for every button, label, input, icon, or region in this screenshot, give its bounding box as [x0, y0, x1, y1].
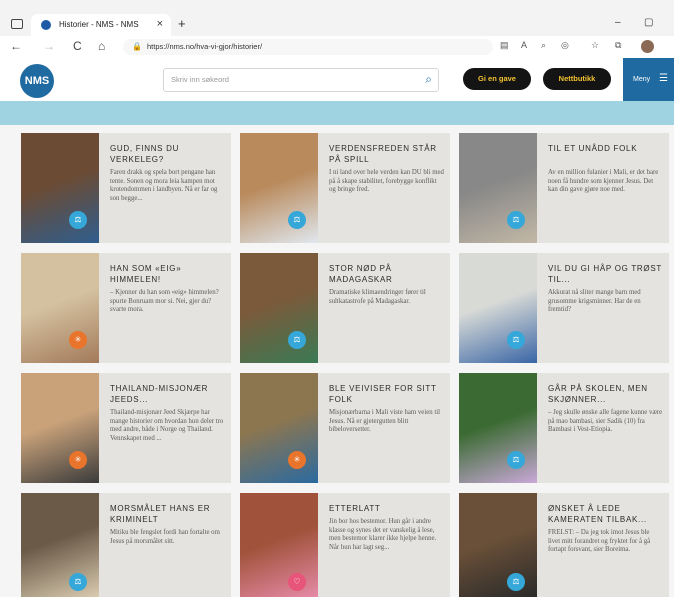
scale-icon: ⚖ [507, 573, 525, 591]
scale-icon: ⚖ [288, 331, 306, 349]
close-tab-icon[interactable]: × [157, 18, 163, 30]
story-title[interactable]: THAILAND-MISJONÆR JEEDS... [110, 383, 228, 405]
story-excerpt: Mitiku ble fengslet fordi han fortalte o… [110, 529, 220, 545]
reload-button[interactable]: C [73, 39, 82, 53]
cross-icon: ✳ [69, 451, 87, 469]
story-photo[interactable] [459, 133, 537, 243]
reader-view-icon[interactable]: ▤ [500, 40, 509, 51]
story-photo[interactable] [21, 493, 99, 597]
story-photo[interactable] [240, 493, 318, 597]
cross-icon: ✳ [69, 331, 87, 349]
story-card[interactable]: ✳ BLE VEIVISER FOR SITT FOLK Misjonærbarna… [240, 373, 450, 483]
favorites-icon[interactable]: ☆ [591, 40, 599, 51]
story-title[interactable]: GUD, FINNS DU VERKELEG? [110, 143, 228, 165]
story-card[interactable]: ♡ ETTERLATT Jin bor hos bestemor. Hun går … [240, 493, 450, 597]
story-excerpt: Av en million fulanier i Mali, er det ba… [548, 169, 659, 193]
story-title[interactable]: VERDENSFREDEN STÅR PÅ SPILL [329, 143, 447, 165]
maximize-button[interactable]: ▢ [644, 17, 653, 28]
story-photo[interactable] [459, 493, 537, 597]
lock-icon: 🔒 [132, 42, 142, 51]
menu-label: Meny [633, 76, 651, 83]
nms-logo[interactable]: NMS [20, 64, 54, 98]
story-excerpt: Thailand-misjonær Jeed Skjærpe har mange… [110, 409, 224, 442]
story-photo[interactable] [21, 373, 99, 483]
zoom-icon[interactable]: ⌕ [541, 40, 546, 51]
story-card[interactable]: ✳ THAILAND-MISJONÆR JEEDS... Thailand-misj… [21, 373, 231, 483]
search-placeholder: Skriv inn søkeord [171, 75, 229, 84]
browser-chrome: Historier - NMS - NMS × + – ▢ ← → C ⌂ 🔒 … [0, 0, 674, 58]
story-photo[interactable] [459, 373, 537, 483]
address-bar[interactable]: 🔒 https://nms.no/hva-vi-gjor/historier/ [123, 39, 493, 55]
story-excerpt: Jin bor hos bestemor. Hun går i andre kl… [329, 518, 437, 551]
story-photo[interactable] [240, 133, 318, 243]
new-tab-button[interactable]: + [178, 16, 186, 31]
read-aloud-icon[interactable]: A [521, 40, 527, 50]
scale-icon: ⚖ [507, 331, 525, 349]
story-excerpt: Faren drakk og spela bort pengane han te… [110, 169, 218, 202]
search-icon[interactable]: ⌕ [425, 72, 432, 87]
scale-icon: ⚖ [507, 211, 525, 229]
tab-actions-icon[interactable] [11, 19, 23, 29]
hamburger-icon: ☰ [659, 73, 668, 84]
story-title[interactable]: GÅR PÅ SKOLEN, MEN SKJØNNER... [548, 383, 666, 405]
url-text: https://nms.no/hva-vi-gjor/historier/ [147, 42, 263, 51]
tab-title: Historier - NMS - NMS [59, 20, 139, 29]
story-title[interactable]: TIL ET UNÅDD FOLK [548, 143, 666, 154]
story-photo[interactable] [240, 373, 318, 483]
story-photo[interactable] [21, 133, 99, 243]
home-button[interactable]: ⌂ [98, 39, 105, 53]
webshop-button[interactable]: Nettbutikk [543, 68, 611, 90]
story-excerpt: – Jeg skulle ønske alle fagene kunne vær… [548, 409, 663, 433]
navigation-bar: ← → C ⌂ 🔒 https://nms.no/hva-vi-gjor/his… [0, 36, 674, 58]
scale-icon: ⚖ [69, 573, 87, 591]
profile-avatar[interactable] [641, 40, 654, 53]
minimize-button[interactable]: – [615, 17, 621, 28]
story-card[interactable]: ⚖ GUD, FINNS DU VERKELEG? Faren drakk og s… [21, 133, 231, 243]
give-gift-button[interactable]: Gi en gave [463, 68, 531, 90]
tab-historier[interactable]: Historier - NMS - NMS × [31, 14, 171, 36]
story-photo[interactable] [21, 253, 99, 363]
extension-icon[interactable]: ◎ [561, 40, 569, 51]
story-excerpt: Misjonærbarna i Mali viste ham veien til… [329, 409, 440, 433]
story-card[interactable]: ⚖ VIL DU GI HÅP OG TRØST TIL... Akkurat nå… [459, 253, 669, 363]
story-title[interactable]: STOR NØD PÅ MADAGASKAR [329, 263, 447, 285]
heart-icon: ♡ [288, 573, 306, 591]
story-card[interactable]: ⚖ STOR NØD PÅ MADAGASKAR Dramatiske klimae… [240, 253, 450, 363]
nms-favicon-icon [41, 20, 51, 30]
story-photo[interactable] [240, 253, 318, 363]
search-input[interactable]: Skriv inn søkeord ⌕ [163, 68, 439, 92]
story-title[interactable]: ØNSKET Å LEDE KAMERATEN TILBAK... [548, 503, 666, 525]
story-excerpt: I ni land over hele verden kan DU bli me… [329, 169, 444, 193]
scale-icon: ⚖ [507, 451, 525, 469]
story-title[interactable]: MORSMÅLET HANS ER KRIMINELT [110, 503, 228, 525]
story-card[interactable]: ⚖ TIL ET UNÅDD FOLK Av en million fulanier… [459, 133, 669, 243]
story-card[interactable]: ⚖ VERDENSFREDEN STÅR PÅ SPILL I ni land ov… [240, 133, 450, 243]
story-card[interactable]: ⚖ GÅR PÅ SKOLEN, MEN SKJØNNER... – Jeg sku… [459, 373, 669, 483]
menu-button[interactable]: Meny ☰ [623, 58, 674, 101]
story-excerpt: – Kjenner du han som «eig» himmelen? spu… [110, 289, 219, 313]
story-excerpt: Akkurat nå sliter mange barn med grusomm… [548, 289, 641, 313]
story-title[interactable]: VIL DU GI HÅP OG TRØST TIL... [548, 263, 666, 285]
scale-icon: ⚖ [69, 211, 87, 229]
story-card[interactable]: ⚖ ØNSKET Å LEDE KAMERATEN TILBAK... FRELST… [459, 493, 669, 597]
story-card[interactable]: ⚖ MORSMÅLET HANS ER KRIMINELT Mitiku ble f… [21, 493, 231, 597]
back-button[interactable]: ← [10, 39, 22, 53]
blue-band [0, 101, 674, 125]
story-excerpt: FRELST: – Da jeg tok imot Jesus ble live… [548, 529, 651, 553]
story-excerpt: Dramatiske klimaendringer fører til sult… [329, 289, 426, 305]
story-title[interactable]: HAN SOM «EIG» HIMMELEN! [110, 263, 228, 285]
story-title[interactable]: ETTERLATT [329, 503, 447, 514]
forward-button[interactable]: → [43, 39, 55, 53]
scale-icon: ⚖ [288, 211, 306, 229]
tab-bar: Historier - NMS - NMS × + – ▢ [0, 12, 674, 36]
story-photo[interactable] [459, 253, 537, 363]
story-title[interactable]: BLE VEIVISER FOR SITT FOLK [329, 383, 447, 405]
collections-icon[interactable]: ⧉ [615, 40, 621, 51]
story-card[interactable]: ✳ HAN SOM «EIG» HIMMELEN! – Kjenner du han… [21, 253, 231, 363]
cross-icon: ✳ [288, 451, 306, 469]
